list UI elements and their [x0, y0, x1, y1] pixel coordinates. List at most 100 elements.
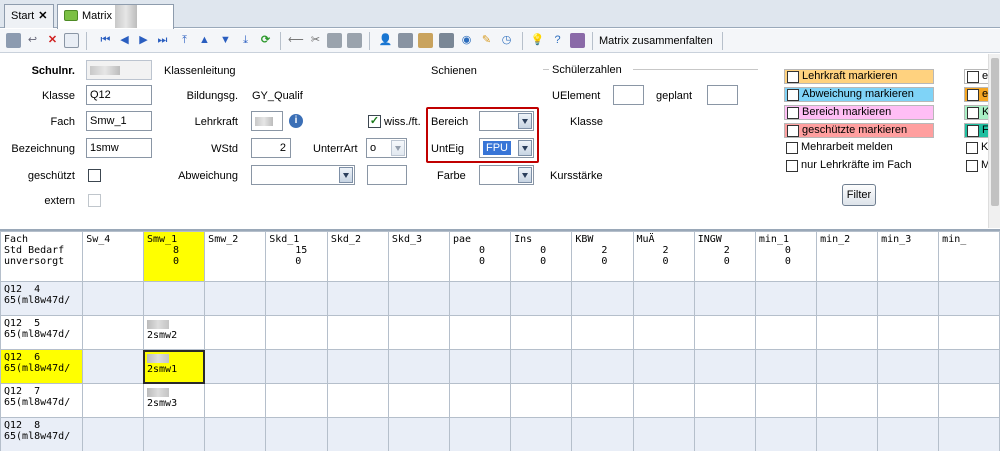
row-header[interactable]: Q12 4 65(ml8w47d/ — [0, 281, 84, 316]
scrollbar-thumb[interactable] — [991, 58, 999, 206]
grid-cell[interactable] — [326, 315, 389, 350]
grid-cell[interactable] — [82, 417, 144, 451]
unterrart-select[interactable]: o — [366, 138, 407, 158]
grid-cell[interactable] — [204, 281, 267, 316]
grid-cell[interactable] — [571, 383, 634, 418]
wstd-field[interactable]: 2 — [251, 138, 291, 158]
column-header[interactable]: Skd_3 — [387, 231, 450, 282]
grid-cell[interactable] — [754, 281, 818, 316]
document-icon[interactable] — [398, 33, 413, 48]
grid-cell[interactable] — [265, 281, 328, 316]
lehrkraft-field[interactable] — [251, 111, 283, 131]
grid-cell[interactable] — [693, 281, 756, 316]
view-icon[interactable]: ◉ — [459, 33, 474, 48]
legend-mehrarbeit[interactable]: Mehrarbeit melden — [784, 141, 934, 156]
group-icon[interactable] — [570, 33, 585, 48]
form-scrollbar[interactable] — [988, 54, 1000, 228]
grid-cell[interactable] — [387, 383, 450, 418]
chevron-down-icon[interactable] — [391, 140, 405, 156]
grid-cell[interactable] — [387, 349, 450, 384]
first-record-icon[interactable]: ⏮ — [98, 33, 113, 48]
grid-cell[interactable] — [510, 383, 573, 418]
legend-bereich[interactable]: Bereich markieren — [784, 105, 934, 120]
grid-cell[interactable] — [632, 349, 695, 384]
grid-cell[interactable] — [326, 349, 389, 384]
chevron-down-icon[interactable] — [518, 167, 532, 183]
tab-start[interactable]: Start ✕ — [4, 4, 54, 28]
grid-cell[interactable] — [448, 315, 512, 350]
column-header[interactable]: min_2 — [816, 231, 879, 282]
last-record-icon[interactable]: ⏭ — [155, 33, 170, 48]
grid-cell[interactable] — [938, 315, 1000, 350]
grid-cell[interactable] — [204, 315, 267, 350]
column-header[interactable]: MuÄ 2 0 — [632, 231, 695, 282]
grid-cell[interactable]: 2smw1 — [142, 349, 206, 384]
uelement-field[interactable] — [613, 85, 644, 105]
checkbox[interactable] — [967, 71, 979, 83]
checkbox[interactable] — [967, 125, 979, 137]
grid-cell[interactable] — [82, 281, 144, 316]
grid-cell[interactable] — [877, 315, 940, 350]
grid-cell[interactable] — [754, 383, 818, 418]
grid-cell[interactable] — [693, 383, 756, 418]
arrow-left-icon[interactable]: ⟵ — [288, 33, 304, 48]
checkbox[interactable] — [787, 107, 799, 119]
abweichung-select[interactable] — [251, 165, 355, 185]
grid-cell[interactable] — [571, 417, 634, 451]
legend-nur-lehrkraefte[interactable]: nur Lehrkräfte im Fach — [784, 159, 944, 174]
row-header[interactable]: Q12 6 65(ml8w47d/ — [0, 349, 84, 384]
column-header[interactable]: Sw_4 — [82, 231, 144, 282]
grid-cell[interactable] — [754, 349, 818, 384]
grid-cell[interactable] — [693, 349, 756, 384]
grid-cell[interactable] — [326, 417, 389, 451]
grid-cell[interactable] — [448, 383, 512, 418]
checkbox[interactable] — [787, 89, 799, 101]
close-icon[interactable]: ✕ — [38, 10, 47, 22]
grid-cell[interactable] — [204, 417, 267, 451]
grid-cell[interactable] — [877, 383, 940, 418]
grid-cell[interactable] — [816, 383, 879, 418]
grid-cell[interactable] — [82, 349, 144, 384]
checkbox[interactable] — [966, 160, 978, 172]
cut-icon[interactable]: ✂ — [308, 33, 323, 48]
grid-cell[interactable] — [632, 383, 695, 418]
grid-cell[interactable] — [387, 281, 450, 316]
geplant-field[interactable] — [707, 85, 738, 105]
grid-cell[interactable] — [816, 417, 879, 451]
grid-cell[interactable] — [326, 281, 389, 316]
klasse-field[interactable]: Q12 — [86, 85, 152, 105]
clock-icon[interactable]: ◷ — [499, 33, 514, 48]
grid-cell[interactable] — [693, 417, 756, 451]
abweichung-extra-field[interactable] — [367, 165, 407, 185]
chevron-down-icon[interactable] — [339, 167, 353, 183]
grid-cell[interactable] — [754, 417, 818, 451]
collapse-matrix-button[interactable]: Matrix zusammenfalten — [596, 32, 716, 50]
grid-cell[interactable] — [571, 315, 634, 350]
grid-cell[interactable] — [938, 383, 1000, 418]
grid-cell[interactable] — [632, 315, 695, 350]
grid-cell[interactable] — [387, 417, 450, 451]
clear-icon[interactable]: ✎ — [479, 33, 494, 48]
grid-cell[interactable] — [510, 349, 573, 384]
move-down-icon[interactable]: ▼ — [218, 33, 233, 48]
edit-list-icon[interactable] — [418, 33, 433, 48]
column-header[interactable]: Ins 0 0 — [510, 231, 573, 282]
grid-cell[interactable]: 2smw3 — [142, 383, 206, 418]
help-user-icon[interactable]: ? — [550, 33, 565, 48]
legend-lehrkraft[interactable]: Lehrkraft markieren — [784, 69, 934, 84]
grid-cell[interactable] — [816, 349, 879, 384]
column-header[interactable]: Skd_2 — [326, 231, 389, 282]
user-icon[interactable]: 👤 — [378, 33, 393, 48]
checkbox[interactable] — [787, 71, 799, 83]
grid-cell[interactable]: 2smw2 — [142, 315, 206, 350]
grid-cell[interactable] — [571, 349, 634, 384]
legend-geschuetzt[interactable]: geschützte markieren — [784, 123, 934, 138]
info-icon[interactable]: i — [289, 114, 303, 128]
grid-cell[interactable] — [632, 417, 695, 451]
grid-cell[interactable] — [265, 315, 328, 350]
grid-cell[interactable] — [938, 281, 1000, 316]
save-icon[interactable] — [6, 33, 21, 48]
filter-button[interactable]: Filter — [842, 184, 876, 206]
grid-cell[interactable] — [142, 281, 206, 316]
grid-cell[interactable] — [877, 349, 940, 384]
